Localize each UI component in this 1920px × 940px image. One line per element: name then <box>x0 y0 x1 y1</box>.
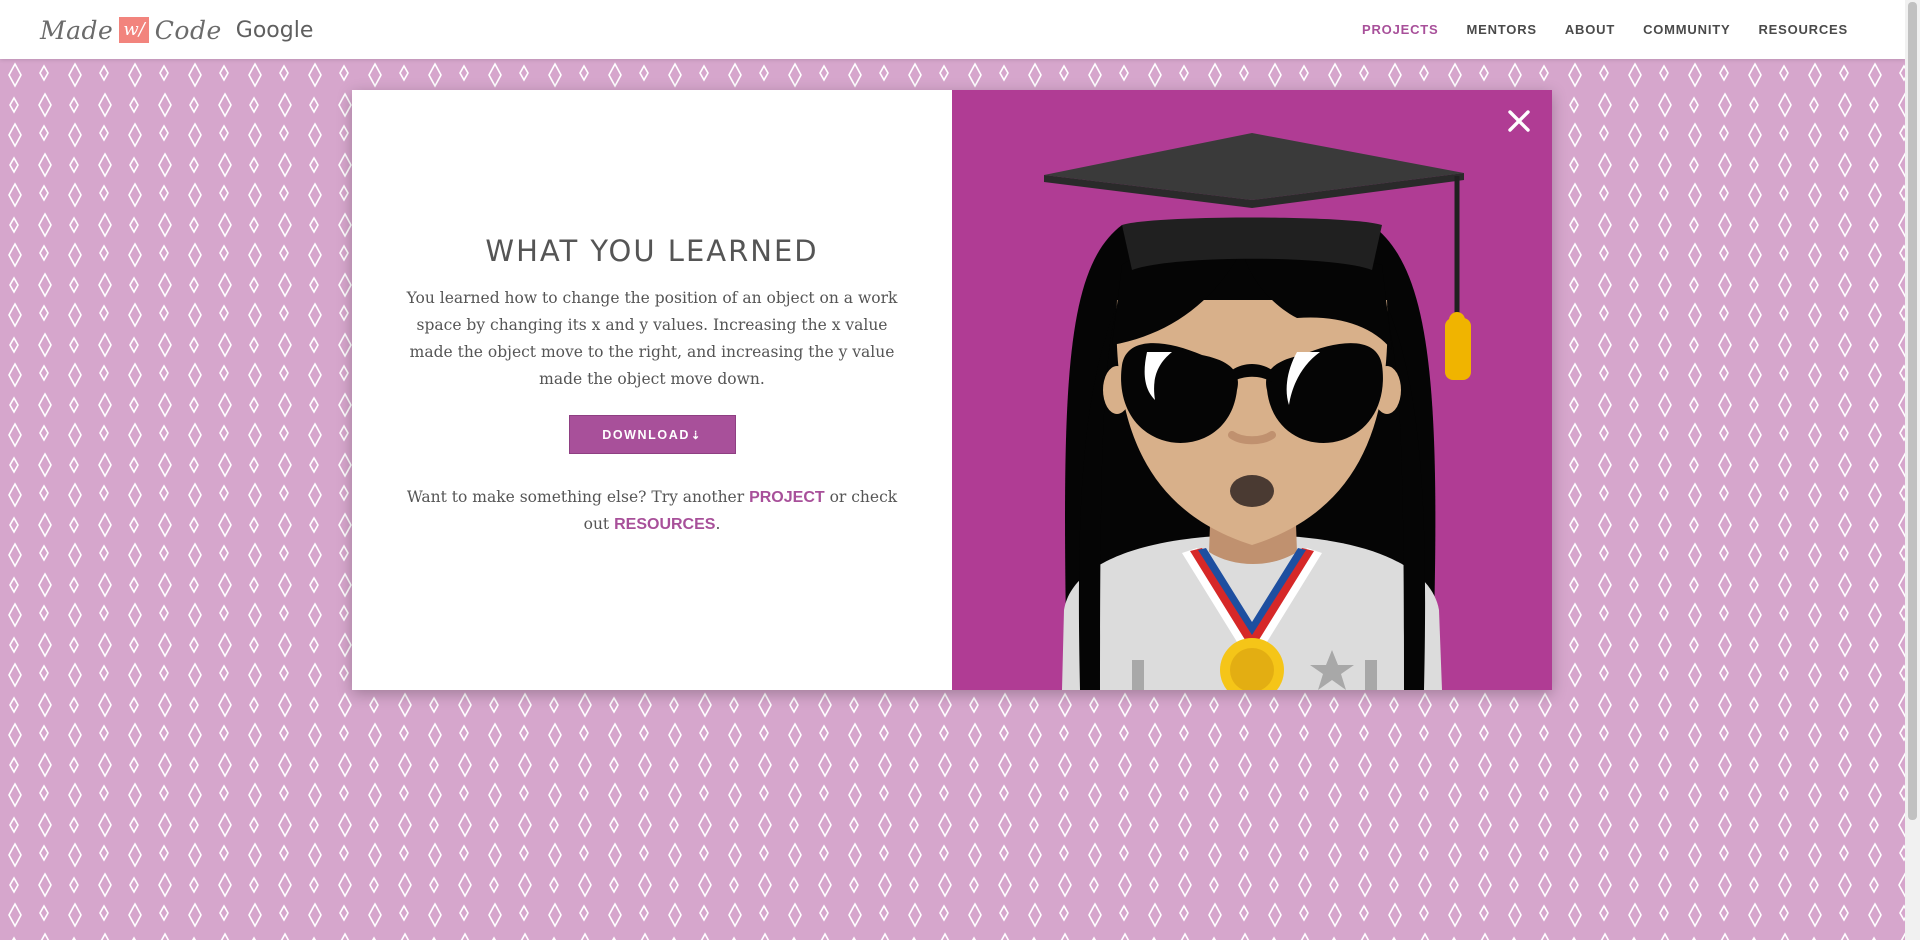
modal-call-to-action: Want to make something else? Try another… <box>400 484 904 538</box>
modal-title: WHAT YOU LEARNED <box>485 234 819 268</box>
scrollbar-thumb[interactable] <box>1908 2 1917 820</box>
logo-google-text: Google <box>235 17 314 43</box>
cap-board <box>1044 133 1464 200</box>
logo-made-text: Made <box>40 15 114 45</box>
modal-description: You learned how to change the position o… <box>406 289 898 388</box>
graduate-character-illustration <box>1044 133 1471 690</box>
logo-with-mark: w/ <box>119 17 149 43</box>
what-you-learned-modal: WHAT YOU LEARNED You learned how to chan… <box>352 90 1552 690</box>
modal-illustration-panel <box>952 90 1552 690</box>
modal-content-panel: WHAT YOU LEARNED You learned how to chan… <box>352 90 952 690</box>
mouth <box>1230 475 1274 507</box>
nav-item-resources[interactable]: RESOURCES <box>1758 22 1848 37</box>
top-navigation-bar: Made w/ Code Google PROJECTS MENTORS ABO… <box>0 0 1905 59</box>
resources-link[interactable]: RESOURCES <box>614 516 715 533</box>
download-icon: ⇣ <box>690 430 702 442</box>
nav-item-about[interactable]: ABOUT <box>1565 22 1615 37</box>
nav-item-mentors[interactable]: MENTORS <box>1466 22 1536 37</box>
download-button[interactable]: DOWNLOAD⇣ <box>568 415 736 454</box>
page-scrollbar[interactable] <box>1905 0 1920 940</box>
made-with-code-logo[interactable]: Made w/ Code Google <box>40 14 313 46</box>
logo-code-text: Code <box>154 15 222 45</box>
download-button-label: DOWNLOAD <box>602 428 690 442</box>
main-nav: PROJECTS MENTORS ABOUT COMMUNITY RESOURC… <box>1362 0 1848 59</box>
project-link[interactable]: PROJECT <box>749 489 825 506</box>
nav-item-community[interactable]: COMMUNITY <box>1643 22 1730 37</box>
cta-text-after: . <box>715 515 721 533</box>
nav-item-projects[interactable]: PROJECTS <box>1362 22 1438 37</box>
cta-text-before: Want to make something else? Try another <box>406 488 750 506</box>
close-icon[interactable] <box>1506 108 1532 134</box>
